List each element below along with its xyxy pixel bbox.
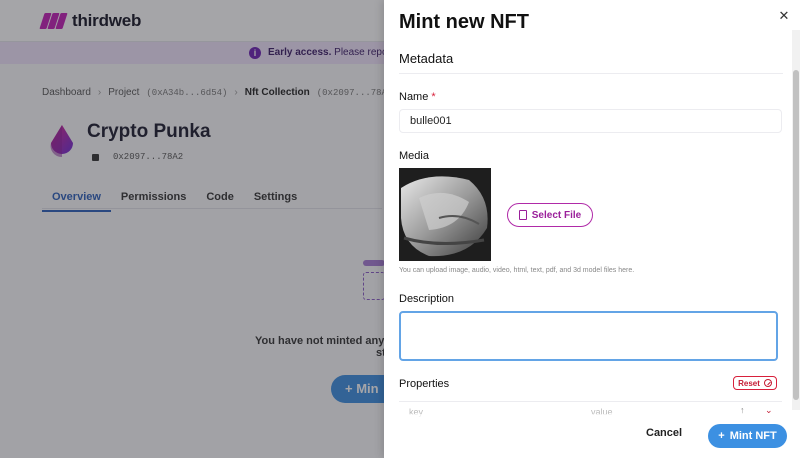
media-preview-image xyxy=(399,168,491,261)
description-label: Description xyxy=(399,293,455,305)
ban-icon xyxy=(763,379,772,387)
plus-icon: + xyxy=(718,430,725,442)
media-hint: You can upload image, audio, video, html… xyxy=(399,267,635,274)
name-input[interactable] xyxy=(399,109,782,133)
file-icon xyxy=(518,210,527,220)
section-divider xyxy=(399,73,783,74)
name-label: Name * xyxy=(399,91,436,103)
description-input[interactable] xyxy=(399,311,778,361)
modal-overlay[interactable] xyxy=(0,0,384,458)
metadata-heading: Metadata xyxy=(399,51,454,66)
close-icon[interactable]: ✕ xyxy=(776,8,792,24)
cancel-button[interactable]: Cancel xyxy=(646,427,682,439)
mint-nft-drawer: Mint new NFT ✕ Metadata Name * Media Sel… xyxy=(384,0,800,458)
required-mark: * xyxy=(431,91,436,103)
select-file-button[interactable]: Select File xyxy=(507,203,593,227)
drawer-scrollbar[interactable] xyxy=(792,30,800,410)
reset-properties-button[interactable]: Reset xyxy=(733,376,777,390)
drawer-title: Mint new NFT xyxy=(399,11,529,33)
media-label: Media xyxy=(399,150,429,162)
properties-label: Properties xyxy=(399,378,450,390)
mint-nft-button[interactable]: + Mint NFT xyxy=(708,424,787,448)
scrollbar-thumb[interactable] xyxy=(793,70,799,400)
